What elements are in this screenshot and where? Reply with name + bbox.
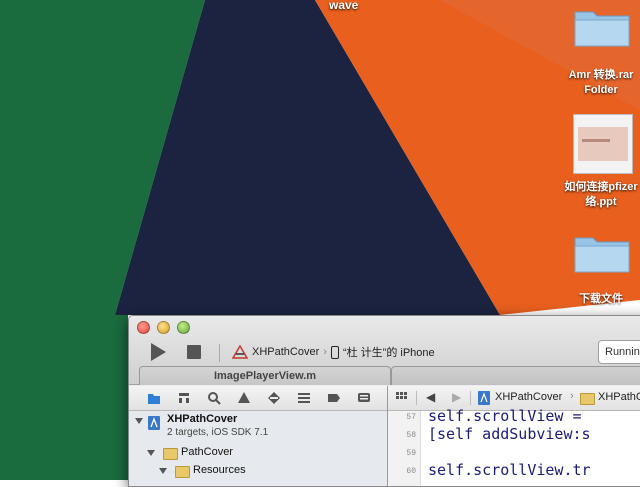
desktop-item-label-line2: 络.ppt <box>585 196 617 208</box>
symbol-navigator-icon[interactable] <box>177 391 191 405</box>
log-navigator-icon[interactable] <box>357 391 371 405</box>
disclosure-triangle-icon[interactable] <box>135 418 143 424</box>
window-titlebar: XHPathCover › “杜 计生”的 iPhone Running Ima… <box>129 316 640 385</box>
code-line: self.scrollView = <box>428 407 582 425</box>
xcode-project-icon <box>232 345 248 359</box>
tree-row-group[interactable]: PathCover <box>129 445 387 461</box>
xcode-project-icon <box>148 416 160 430</box>
project-navigator: XHPathCover 2 targets, iOS SDK 7.1 PathC… <box>129 411 387 486</box>
folder-icon <box>175 466 190 478</box>
desktop-label-wave[interactable]: wave <box>329 0 358 12</box>
desktop-item-amr-folder[interactable]: Amr 转换.rar Folder <box>546 2 640 102</box>
test-navigator-icon[interactable] <box>267 391 281 405</box>
run-icon[interactable] <box>151 343 166 361</box>
stop-icon[interactable] <box>187 345 201 359</box>
scheme-selector[interactable]: XHPathCover › “杜 计生”的 iPhone <box>232 342 435 362</box>
line-number: 57 <box>406 413 416 422</box>
wallpaper-green-lower <box>0 315 128 480</box>
scheme-device-name: “杜 计生”的 iPhone <box>342 347 435 359</box>
breadcrumb-chevron-icon: › <box>323 346 327 358</box>
xcode-window: XHPathCover › “杜 计生”的 iPhone Running Ima… <box>128 315 640 487</box>
line-number: 60 <box>406 467 416 476</box>
folder-icon <box>574 11 630 47</box>
line-number-gutter: 57 58 59 60 <box>388 411 421 486</box>
disclosure-triangle-icon[interactable] <box>159 468 167 474</box>
group-label: Resources <box>193 464 246 476</box>
folder-icon <box>580 393 595 405</box>
disclosure-triangle-icon[interactable] <box>147 450 155 456</box>
project-navigator-icon[interactable] <box>147 391 161 405</box>
activity-status: Running <box>598 340 640 364</box>
breakpoint-navigator-icon[interactable] <box>327 391 341 405</box>
debug-navigator-icon[interactable] <box>297 391 311 405</box>
navigator-selector-bar <box>129 386 387 411</box>
source-editor[interactable]: 57 58 59 60 self.scrollView = [self addS… <box>388 407 640 486</box>
tab-second[interactable] <box>391 366 640 385</box>
code-line: [self addSubview:s <box>428 425 591 443</box>
zoom-button[interactable] <box>177 321 190 334</box>
folder-icon <box>574 237 630 273</box>
desktop-item-label: 下载文件 <box>579 293 623 305</box>
close-button[interactable] <box>137 321 150 334</box>
search-icon[interactable] <box>207 391 221 405</box>
desktop-item-label: 如何连接pfizer <box>564 181 638 193</box>
project-name: XHPathCover <box>167 413 238 425</box>
minimize-button[interactable] <box>157 321 170 334</box>
jumpbar-project[interactable]: XHPathCover <box>495 391 562 403</box>
group-label: PathCover <box>181 446 233 458</box>
desktop-item-label-line2: Folder <box>584 84 618 96</box>
folder-icon <box>163 448 178 460</box>
line-number: 59 <box>406 449 416 458</box>
line-number: 58 <box>406 431 416 440</box>
iphone-icon <box>330 345 339 359</box>
issue-navigator-icon[interactable] <box>237 391 251 405</box>
tab-bar: ImagePlayerView.m <box>129 364 640 385</box>
desktop-item-download-folder[interactable]: 下载文件 <box>546 228 640 308</box>
toolbar-divider <box>219 344 220 362</box>
forward-arrow-icon[interactable]: ▶ <box>452 390 461 404</box>
ppt-file-icon <box>573 114 633 174</box>
back-arrow-icon[interactable]: ◀ <box>426 390 435 404</box>
jumpbar-group[interactable]: XHPathC <box>598 391 640 403</box>
code-line: self.scrollView.tr <box>428 461 591 479</box>
ppt-thumbnail <box>578 127 628 161</box>
project-subtitle: 2 targets, iOS SDK 7.1 <box>167 427 269 438</box>
related-items-icon[interactable] <box>396 392 408 404</box>
desktop-item-label: Amr 转换.rar <box>568 69 634 81</box>
xcode-project-icon <box>478 391 490 405</box>
tree-row-group[interactable]: Resources <box>129 463 387 479</box>
desktop-item-ppt-file[interactable]: 如何连接pfizer 络.ppt <box>546 110 640 210</box>
tab-imageplayerview[interactable]: ImagePlayerView.m <box>139 366 391 385</box>
tree-row-project[interactable]: XHPathCover 2 targets, iOS SDK 7.1 <box>129 413 387 438</box>
scheme-project-name: XHPathCover <box>252 346 320 358</box>
breadcrumb-chevron-icon: › <box>570 390 574 402</box>
